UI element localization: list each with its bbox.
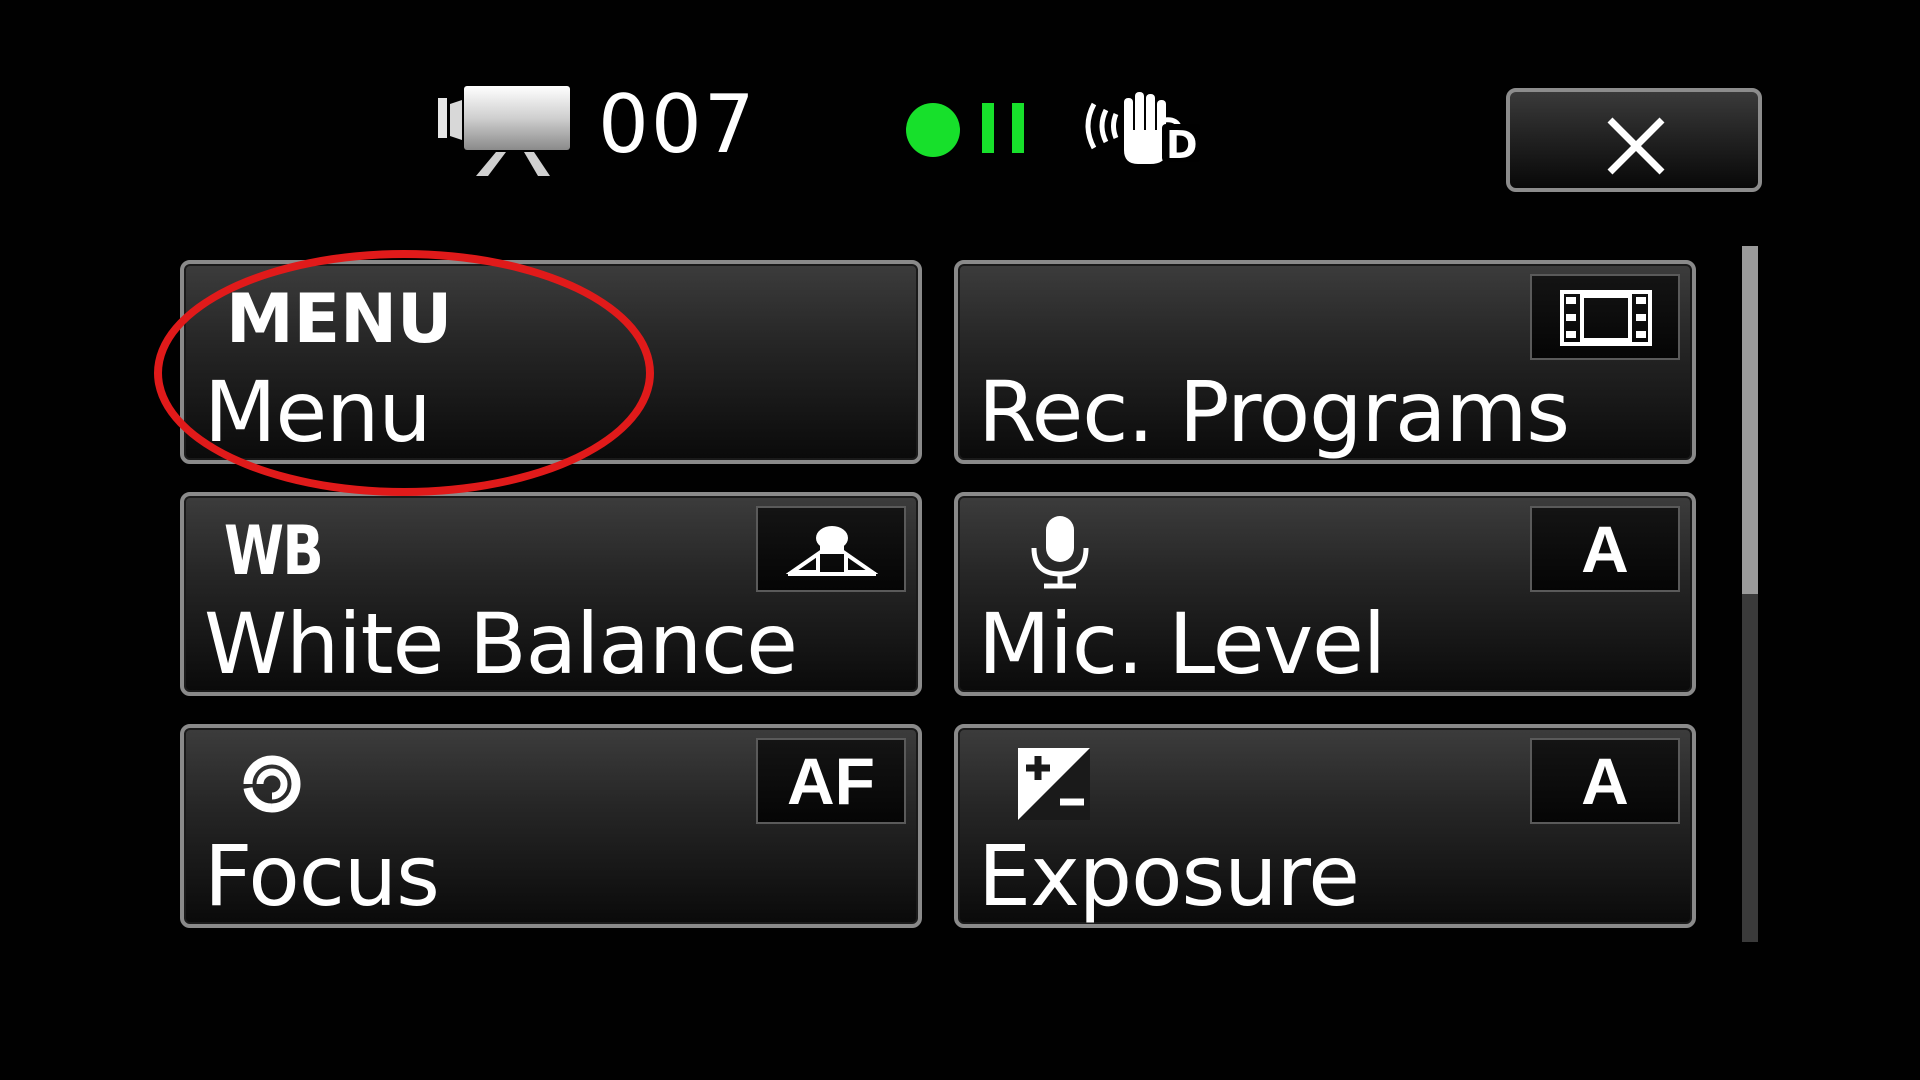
recording-counter: 007: [598, 78, 757, 171]
scrollbar-thumb[interactable]: [1742, 246, 1758, 594]
movie-camera-icon: [438, 86, 570, 176]
white-balance-short-label: WB: [224, 512, 324, 591]
exposure-button[interactable]: A Exposure: [954, 724, 1696, 928]
scrollbar[interactable]: [1742, 246, 1758, 942]
menu-label: Menu: [204, 363, 432, 461]
dynamic-image-stabilizer-icon: D: [1085, 92, 1200, 166]
rec-programs-button[interactable]: Rec. Programs: [954, 260, 1696, 464]
film-strip-icon: [1560, 290, 1652, 346]
mic-level-value: A: [1530, 506, 1680, 592]
white-balance-label: White Balance: [204, 595, 798, 693]
camera-touch-menu-screen: 007 D MENU Menu Rec. Programs WB White B…: [0, 0, 1920, 1080]
pause-icon: [982, 103, 1028, 153]
menu-button[interactable]: MENU Menu: [180, 260, 922, 464]
auto-white-balance-icon: [786, 526, 878, 576]
mic-level-button[interactable]: A Mic. Level: [954, 492, 1696, 696]
record-indicator-icon: [906, 103, 960, 157]
white-balance-button[interactable]: WB White Balance: [180, 492, 922, 696]
exposure-label: Exposure: [978, 827, 1360, 925]
rec-programs-value: [1530, 274, 1680, 360]
focus-label: Focus: [204, 827, 440, 925]
focus-value: AF: [756, 738, 906, 824]
exposure-value: A: [1530, 738, 1680, 824]
svg-text:D: D: [1166, 123, 1198, 166]
menu-short-label: MENU: [226, 280, 453, 359]
focus-button[interactable]: AF Focus: [180, 724, 922, 928]
mic-level-label: Mic. Level: [978, 595, 1386, 693]
white-balance-value: [756, 506, 906, 592]
focus-icon: [243, 755, 301, 813]
rec-programs-label: Rec. Programs: [978, 363, 1570, 461]
microphone-icon: [1031, 516, 1089, 589]
exposure-compensation-icon: [1018, 748, 1090, 820]
close-icon: [1607, 117, 1665, 175]
close-button[interactable]: [1506, 88, 1762, 192]
